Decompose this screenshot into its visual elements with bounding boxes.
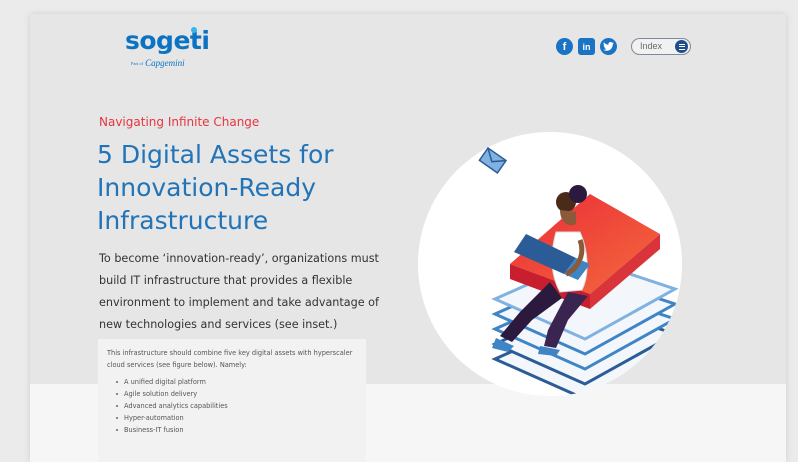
- social-links: f in: [556, 38, 617, 55]
- menu-icon: [675, 40, 688, 53]
- hero-illustration: [418, 132, 682, 396]
- page-title-line-3: Infrastructure: [97, 206, 269, 235]
- list-item: Advanced analytics capabilities: [116, 400, 357, 412]
- lead-paragraph: To become ‘innovation-ready’, organizati…: [99, 252, 379, 331]
- facebook-icon[interactable]: f: [556, 38, 573, 55]
- logo-tagline: Part of Capgemini: [131, 58, 185, 68]
- logo-tagline-prefix: Part of: [131, 61, 144, 67]
- inset-intro: This infrastructure should combine five …: [107, 349, 353, 369]
- page-title-line-1: 5 Digital Assets for: [97, 140, 334, 169]
- digital-assets-list: A unified digital platform Agile solutio…: [116, 376, 357, 436]
- page-title-line-2: Innovation-Ready: [97, 173, 316, 202]
- linkedin-icon[interactable]: in: [578, 38, 595, 55]
- twitter-bird-icon: [603, 42, 614, 51]
- index-label: Index: [640, 41, 663, 51]
- eyebrow-title: Navigating Infinite Change: [99, 115, 260, 129]
- list-item: Agile solution delivery: [116, 388, 357, 400]
- twitter-icon[interactable]: [600, 38, 617, 55]
- page-title: 5 Digital Assets for Innovation-Ready In…: [97, 138, 397, 237]
- inset-box: This infrastructure should combine five …: [98, 339, 366, 462]
- logo-dot: [191, 27, 197, 33]
- page-card: sogeti Part of Capgemini f in Index Navig…: [30, 14, 786, 462]
- sogeti-logo[interactable]: sogeti Part of Capgemini: [125, 26, 215, 78]
- index-toggle[interactable]: Index: [631, 38, 691, 55]
- list-item: A unified digital platform: [116, 376, 357, 388]
- list-item: Hyper-automation: [116, 412, 357, 424]
- logo-tagline-brand: Capgemini: [145, 58, 185, 68]
- list-item: Business-IT fusion: [116, 424, 357, 436]
